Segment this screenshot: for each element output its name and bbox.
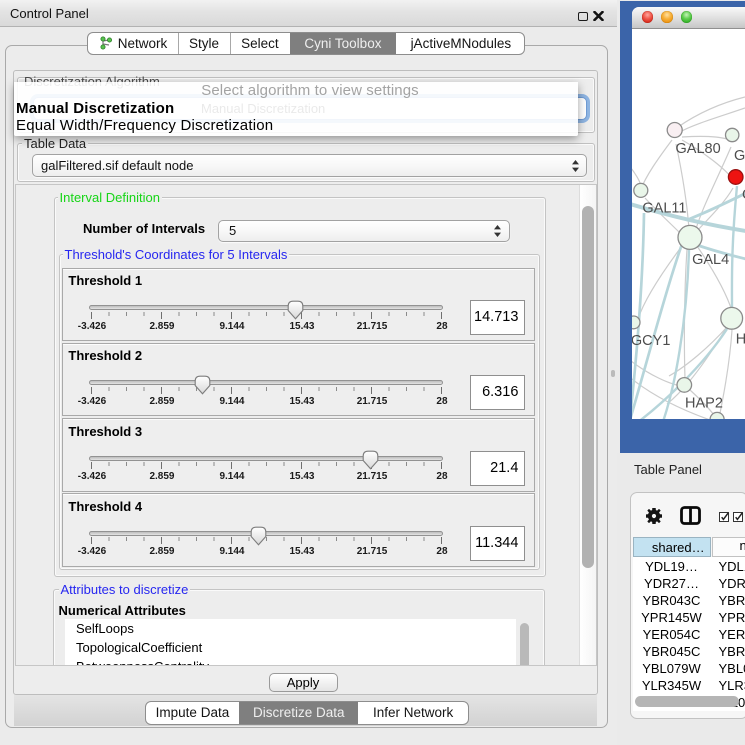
svg-text:GAL80: GAL80	[676, 141, 721, 157]
svg-text:G.: G.	[734, 148, 745, 164]
svg-text:GAL11: GAL11	[642, 201, 686, 217]
svg-text:H: H	[736, 332, 745, 348]
svg-text:GAL4: GAL4	[692, 252, 729, 268]
svg-text:HAP2: HAP2	[685, 395, 723, 411]
svg-text:GCY1: GCY1	[632, 333, 670, 349]
